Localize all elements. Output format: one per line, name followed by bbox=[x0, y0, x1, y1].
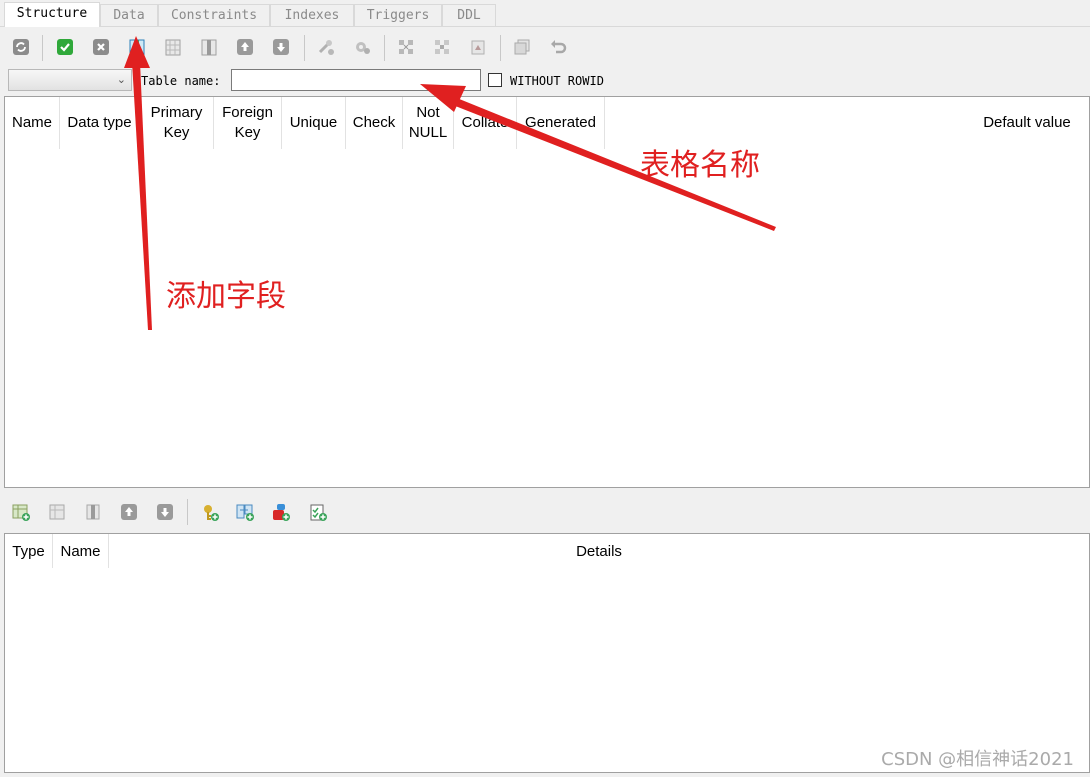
tab-data[interactable]: Data bbox=[100, 4, 158, 26]
undo-icon[interactable] bbox=[548, 37, 568, 57]
edit-column-icon[interactable] bbox=[163, 37, 183, 57]
tab-triggers[interactable]: Triggers bbox=[354, 4, 442, 26]
column-header-primary-key[interactable]: Primary Key bbox=[140, 97, 214, 149]
tab-structure[interactable]: Structure bbox=[4, 2, 100, 27]
refresh-icon[interactable] bbox=[11, 37, 31, 57]
column-header-default-value[interactable]: Default value bbox=[965, 97, 1089, 149]
constraint-header-type[interactable]: Type bbox=[5, 534, 53, 568]
rollback-icon[interactable] bbox=[91, 37, 111, 57]
chevron-down-icon: ⌄ bbox=[116, 74, 126, 86]
column-header-name[interactable]: Name bbox=[5, 97, 60, 149]
without-rowid-label: WITHOUT ROWID bbox=[510, 74, 604, 88]
constraints-toolbar bbox=[0, 497, 1090, 529]
tab-bar: Structure Data Constraints Indexes Trigg… bbox=[0, 0, 1090, 27]
table-name-input[interactable] bbox=[231, 69, 481, 91]
column-header-foreign-key[interactable]: Foreign Key bbox=[214, 97, 282, 149]
toolbar-separator bbox=[187, 499, 188, 525]
import-icon[interactable] bbox=[468, 37, 488, 57]
tab-indexes[interactable]: Indexes bbox=[270, 4, 354, 26]
add-constraint-icon[interactable] bbox=[11, 502, 31, 522]
table-name-bar: ⌄ Table name: WITHOUT ROWID bbox=[0, 66, 1090, 96]
structure-toolbar bbox=[0, 33, 1090, 63]
annotation-add-field: 添加字段 bbox=[166, 279, 286, 314]
column-header-check[interactable]: Check bbox=[346, 97, 403, 149]
annotation-table-name: 表格名称 bbox=[640, 148, 760, 183]
delete-constraint-icon[interactable] bbox=[83, 502, 103, 522]
column-header-data-type[interactable]: Data type bbox=[60, 97, 140, 149]
column-header-generated[interactable]: Generated bbox=[517, 97, 605, 149]
table-name-label: Table name: bbox=[141, 74, 221, 88]
add-fk-icon[interactable] bbox=[316, 37, 336, 57]
column-header-not-null[interactable]: Not NULL bbox=[403, 97, 454, 149]
settings-icon[interactable] bbox=[352, 37, 372, 57]
add-column-icon[interactable] bbox=[127, 37, 147, 57]
constraint-header-name[interactable]: Name bbox=[53, 534, 109, 568]
toolbar-separator bbox=[42, 35, 43, 61]
collapse-icon[interactable] bbox=[432, 37, 452, 57]
commit-icon[interactable] bbox=[55, 37, 75, 57]
check-icon[interactable] bbox=[308, 502, 328, 522]
copy-icon[interactable] bbox=[512, 37, 532, 57]
constraint-header-details[interactable]: Details bbox=[109, 534, 1089, 568]
unique-icon[interactable] bbox=[271, 502, 291, 522]
database-select[interactable]: ⌄ bbox=[8, 69, 132, 91]
watermark: CSDN @相信神话2021 bbox=[881, 749, 1074, 770]
primary-key-icon[interactable] bbox=[200, 502, 220, 522]
toolbar-separator bbox=[500, 35, 501, 61]
move-down-icon[interactable] bbox=[271, 37, 291, 57]
toolbar-separator bbox=[304, 35, 305, 61]
toolbar-separator bbox=[384, 35, 385, 61]
delete-column-icon[interactable] bbox=[199, 37, 219, 57]
tab-constraints[interactable]: Constraints bbox=[158, 4, 270, 26]
tab-divider bbox=[0, 26, 1090, 27]
move-down-icon[interactable] bbox=[155, 502, 175, 522]
move-up-icon[interactable] bbox=[235, 37, 255, 57]
without-rowid-checkbox[interactable] bbox=[488, 73, 502, 87]
move-up-icon[interactable] bbox=[119, 502, 139, 522]
edit-constraint-icon[interactable] bbox=[47, 502, 67, 522]
expand-icon[interactable] bbox=[396, 37, 416, 57]
constraints-grid[interactable]: Type Name Details bbox=[4, 533, 1090, 773]
foreign-key-icon[interactable] bbox=[235, 502, 255, 522]
tab-ddl[interactable]: DDL bbox=[442, 4, 496, 26]
column-header-collate[interactable]: Collate bbox=[454, 97, 517, 149]
column-header-unique[interactable]: Unique bbox=[282, 97, 346, 149]
